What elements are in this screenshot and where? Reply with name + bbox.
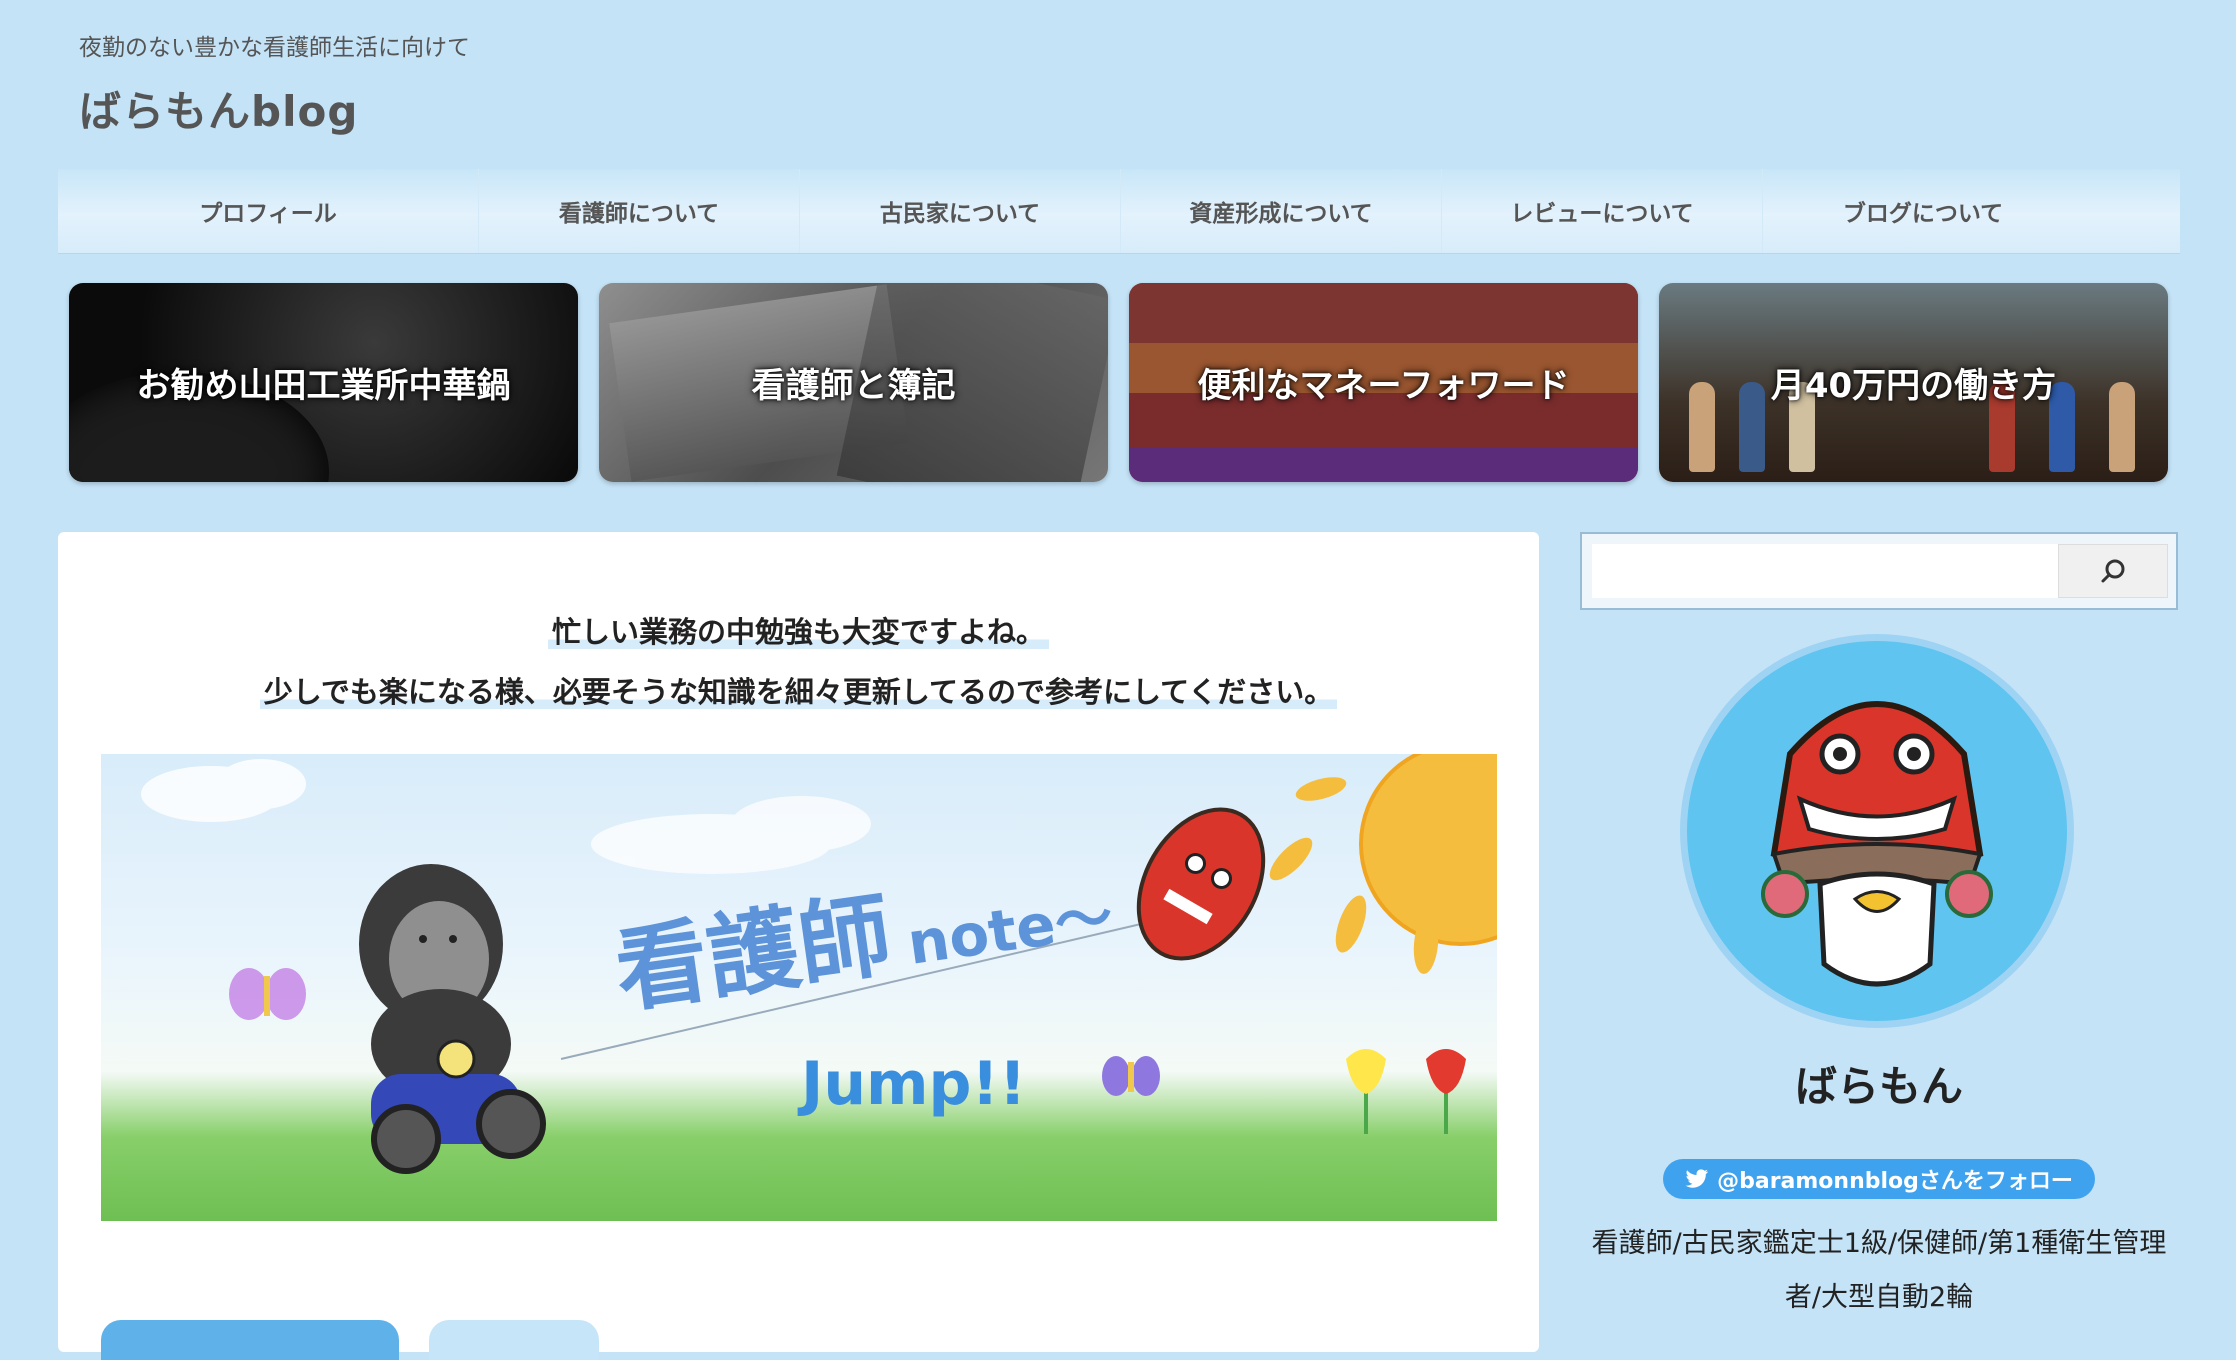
- figurine-image: [1739, 382, 1765, 472]
- figurine-image: [2109, 382, 2135, 472]
- featured-card-label: 月40万円の働き方: [1770, 366, 2057, 406]
- twitter-bird-icon: [1685, 1169, 1709, 1188]
- nav-item-asset-building[interactable]: 資産形成について: [1121, 169, 1442, 253]
- intro-line: 忙しい業務の中勉強も大変ですよね。: [547, 615, 1049, 649]
- profile-name: ばらもん: [1794, 1062, 1963, 1111]
- search-icon: [2101, 559, 2125, 583]
- main-content: 忙しい業務の中勉強も大変ですよね。 少しでも楽になる様、必要そうな知識を細々更新…: [58, 532, 1539, 1360]
- featured-card-moneyforward[interactable]: 便利なマネーフォワード: [1129, 283, 1638, 482]
- profile-bio: 看護師/古民家鑑定士1級/保健師/第1種衛生管理者/大型自動2輪: [1591, 1228, 2167, 1313]
- featured-card-work-style[interactable]: 月40万円の働き方: [1659, 283, 2168, 482]
- intro-message: 忙しい業務の中勉強も大変ですよね。 少しでも楽になる様、必要そうな知識を細々更新…: [58, 602, 1539, 722]
- sun-icon: [1269, 754, 1497, 974]
- butterfly-icon: [1102, 1056, 1160, 1096]
- hero-banner: 看護師 note〜 Jump!!: [101, 754, 1497, 1221]
- tab-primary[interactable]: [101, 1320, 399, 1360]
- banner-illustration: 看護師 note〜 Jump!!: [141, 754, 1497, 1174]
- cloud-icon: [591, 796, 871, 874]
- twitter-follow-button[interactable]: @baramonnblogさんをフォロー: [1663, 1159, 2095, 1199]
- nav-item-old-house[interactable]: 古民家について: [800, 169, 1121, 253]
- banner-jump: Jump!!: [797, 1049, 1026, 1119]
- site-tagline: 夜勤のない豊かな看護師生活に向けて: [79, 35, 470, 61]
- search-input[interactable]: [1592, 544, 2058, 598]
- featured-cards: お勧め山田工業所中華鍋 看護師と簿記 便利なマネーフォワード 月40万円の働き方: [69, 283, 2168, 482]
- cloud-icon: [141, 759, 306, 822]
- site-title[interactable]: ばらもんblog: [79, 78, 358, 139]
- gorilla-scooter-illustration: [359, 864, 546, 1174]
- figurine-image: [1689, 382, 1715, 472]
- content-tabs: [101, 1320, 599, 1360]
- banner-title: 看護師: [609, 881, 897, 1025]
- mask-kite-illustration: [1136, 807, 1266, 961]
- featured-card-bookkeeping[interactable]: 看護師と簿記: [599, 283, 1108, 482]
- search-widget: [1580, 532, 2178, 610]
- search-button[interactable]: [2058, 544, 2168, 598]
- tulip-icon: [1346, 1049, 1386, 1134]
- featured-card-wok[interactable]: お勧め山田工業所中華鍋: [69, 283, 578, 482]
- app-screenshot-band: [1129, 283, 1638, 343]
- nav-item-profile[interactable]: プロフィール: [58, 169, 479, 253]
- nav-item-reviews[interactable]: レビューについて: [1442, 169, 1763, 253]
- intro-line: 少しでも楽になる様、必要そうな知識を細々更新してるので参考にしてください。: [259, 675, 1338, 709]
- nav-item-blog[interactable]: ブログについて: [1763, 169, 2083, 253]
- app-screenshot-band: [1129, 448, 1638, 482]
- featured-card-label: 便利なマネーフォワード: [1197, 366, 1570, 406]
- tulip-icon: [1426, 1049, 1466, 1134]
- tab-secondary[interactable]: [429, 1320, 599, 1360]
- nav-item-nursing[interactable]: 看護師について: [479, 169, 800, 253]
- butterfly-icon: [229, 968, 306, 1020]
- mask-avatar-icon: [1687, 641, 2067, 1021]
- avatar: [1680, 634, 2074, 1028]
- global-nav: プロフィール 看護師について 古民家について 資産形成について レビューについて…: [58, 169, 2180, 254]
- featured-card-label: 看護師と簿記: [751, 366, 956, 406]
- featured-card-label: お勧め山田工業所中華鍋: [136, 366, 511, 406]
- follow-label: @baramonnblogさんをフォロー: [1717, 1169, 2073, 1194]
- banner-title-suffix: note〜: [903, 882, 1117, 978]
